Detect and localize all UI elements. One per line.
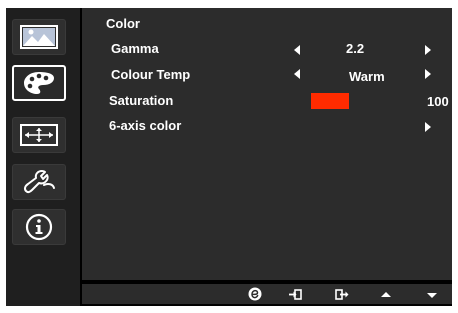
colour-temp-decrease-arrow[interactable]	[294, 69, 300, 79]
saturation-value: 100	[427, 94, 449, 109]
osd-window: Color Gamma 2.2 Colour Temp Warm Saturat…	[6, 8, 452, 306]
sidebar-item-settings[interactable]	[12, 164, 66, 200]
sidebar	[6, 8, 80, 306]
six-axis-color-label[interactable]: 6-axis color	[109, 119, 181, 133]
wrench-icon	[23, 170, 55, 194]
saturation-slider[interactable]	[311, 93, 373, 109]
palette-icon	[24, 72, 54, 94]
saturation-label[interactable]: Saturation	[109, 94, 173, 108]
saturation-slider-fill	[311, 93, 350, 109]
gamma-label[interactable]: Gamma	[111, 42, 159, 56]
e-mode-icon[interactable]	[248, 287, 262, 301]
sidebar-item-color[interactable]	[12, 65, 66, 101]
colour-temp-value: Warm	[349, 69, 385, 84]
info-icon	[25, 213, 53, 241]
position-icon	[20, 124, 58, 146]
sidebar-item-picture[interactable]	[12, 19, 66, 55]
gamma-increase-arrow[interactable]	[425, 45, 431, 55]
exit-icon[interactable]	[335, 289, 349, 300]
menu-title: Color	[106, 16, 140, 31]
enter-icon[interactable]	[289, 289, 302, 300]
sidebar-item-position[interactable]	[12, 117, 66, 153]
gamma-value: 2.2	[346, 41, 365, 56]
sidebar-item-information[interactable]	[12, 209, 66, 245]
picture-icon	[20, 25, 58, 49]
gamma-decrease-arrow[interactable]	[294, 45, 300, 55]
colour-temp-label[interactable]: Colour Temp	[111, 68, 190, 82]
down-arrow-icon[interactable]	[427, 293, 437, 298]
menu-panel: Color Gamma 2.2 Colour Temp Warm Saturat…	[82, 8, 452, 280]
six-axis-color-enter-arrow[interactable]	[425, 122, 431, 132]
up-arrow-icon[interactable]	[381, 292, 391, 297]
colour-temp-increase-arrow[interactable]	[425, 69, 431, 79]
bottom-key-bar	[82, 284, 452, 304]
